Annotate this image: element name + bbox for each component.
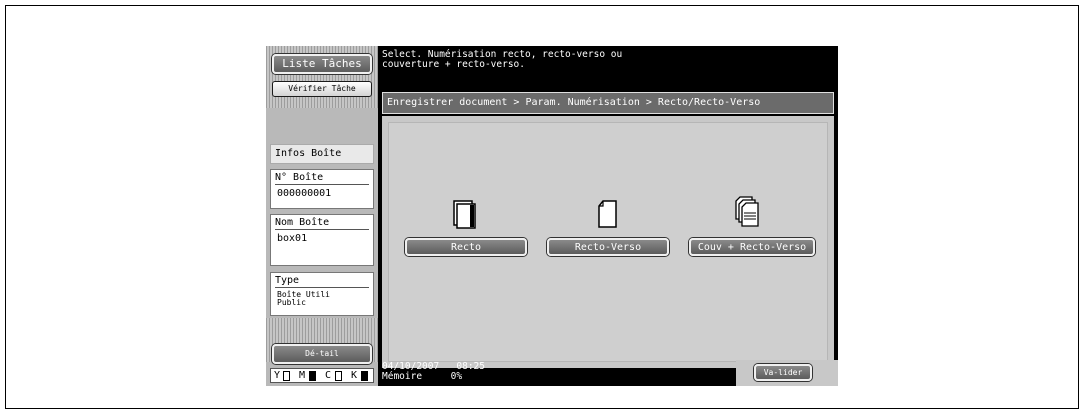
settings-panel: Recto Recto-Verso Couv + Recto-Verso <box>382 116 834 368</box>
recto-verso-icon <box>598 200 617 228</box>
memory-label: Mémoire <box>382 371 423 382</box>
toner-k-bar <box>361 371 368 381</box>
left-sidebar: Liste Tâches Vérifier Tâche Infos Boîte … <box>266 46 378 386</box>
toner-c-bar <box>335 371 342 381</box>
cover-duplex-button[interactable]: Couv + Recto-Verso <box>689 238 815 256</box>
recto-verso-button[interactable]: Recto-Verso <box>547 238 669 256</box>
memory-value: 0% <box>450 371 463 382</box>
validate-button[interactable]: Va-lider <box>754 364 812 381</box>
box-type-card: Type Boîte Utili Public <box>270 272 374 316</box>
status-bar: 04/10/2007 08:25 Mémoire 0% <box>382 362 485 382</box>
settings-panel-inner: Recto Recto-Verso Couv + Recto-Verso <box>388 122 828 362</box>
toner-k-label: K <box>351 370 358 381</box>
cover-duplex-icon <box>735 196 759 227</box>
toner-indicator: Y M C K <box>270 368 374 383</box>
box-number-card: N° Boîte 000000001 <box>270 169 374 209</box>
toner-c-label: C <box>325 370 332 381</box>
instruction-message: Select. Numérisation recto, recto-verso … <box>382 50 622 70</box>
breadcrumb: Enregistrer document > Param. Numérisati… <box>382 92 834 114</box>
box-name-card: Nom Boîte box01 <box>270 214 374 266</box>
type-value: Boîte Utili Public <box>277 290 330 307</box>
box-info-label: Infos Boîte <box>270 144 374 164</box>
recto-icon <box>453 200 476 229</box>
box-number-value: 000000001 <box>277 188 332 199</box>
box-number-title: N° Boîte <box>275 172 369 185</box>
recto-button[interactable]: Recto <box>405 238 527 256</box>
toner-y-bar <box>283 371 290 381</box>
type-title: Type <box>275 275 369 288</box>
detail-button[interactable]: Dé-tail <box>272 344 372 364</box>
job-list-button[interactable]: Liste Tâches <box>272 54 372 74</box>
check-job-button[interactable]: Vérifier Tâche <box>272 81 372 97</box>
toner-m-label: M <box>299 370 306 381</box>
toner-m-bar <box>309 371 316 381</box>
box-name-value: box01 <box>277 233 308 244</box>
validate-area: Va-lider <box>736 360 838 386</box>
toner-y-label: Y <box>274 370 281 381</box>
message-line-2: couverture + recto-verso. <box>382 59 525 70</box>
box-name-title: Nom Boîte <box>275 217 369 230</box>
control-panel-screen: Liste Tâches Vérifier Tâche Infos Boîte … <box>266 46 838 386</box>
memory-status: Mémoire 0% <box>382 372 485 382</box>
